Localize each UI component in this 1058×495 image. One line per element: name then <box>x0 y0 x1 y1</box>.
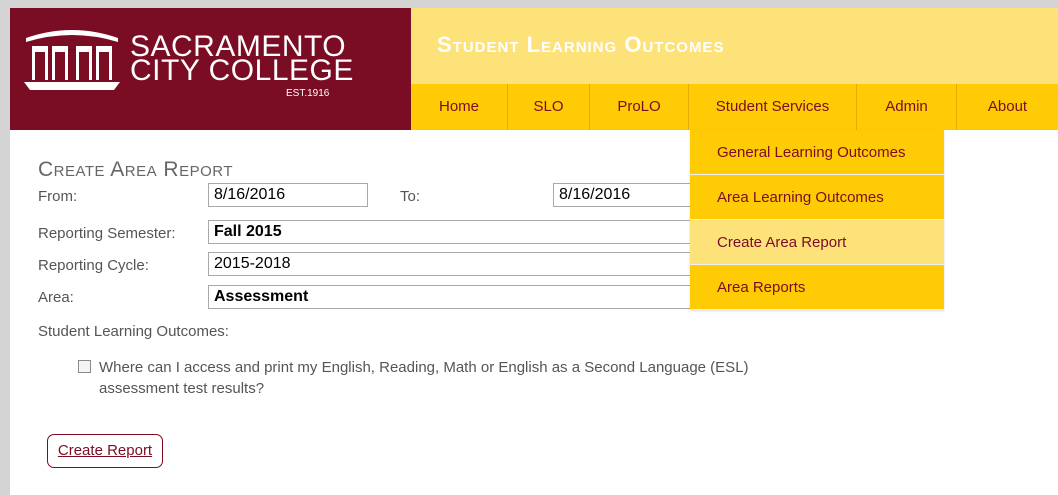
dropdown-item-area-reports[interactable]: Area Reports <box>690 265 944 310</box>
browser-frame-left <box>0 0 10 495</box>
site-banner: Student Learning Outcomes <box>411 8 1058 84</box>
college-logo[interactable]: SACRAMENTO CITY COLLEGE EST.1916 <box>10 8 411 130</box>
slo-checkbox[interactable] <box>78 360 91 373</box>
from-label: From: <box>38 188 78 205</box>
semester-select[interactable]: Fall 2015 <box>208 220 703 244</box>
to-date-field[interactable]: 8/16/2016 <box>553 183 703 207</box>
from-date-field[interactable]: 8/16/2016 <box>208 183 368 207</box>
area-select[interactable]: Assessment <box>208 285 703 309</box>
slo-label: Student Learning Outcomes: <box>38 323 229 340</box>
browser-frame-top <box>0 0 1058 8</box>
college-building-icon <box>24 30 120 90</box>
logo-line-2: CITY COLLEGE <box>130 54 354 87</box>
area-label: Area: <box>38 289 74 306</box>
nav-about[interactable]: About <box>957 84 1058 130</box>
nav-home[interactable]: Home <box>411 84 508 130</box>
site-title: Student Learning Outcomes <box>437 32 725 57</box>
cycle-label: Reporting Cycle: <box>38 257 149 274</box>
nav-slo[interactable]: SLO <box>508 84 590 130</box>
dropdown-item-area-learning-outcomes[interactable]: Area Learning Outcomes <box>690 175 944 220</box>
nav-student-services[interactable]: Student Services <box>689 84 857 130</box>
nav-prolo[interactable]: ProLO <box>590 84 689 130</box>
page-title: Create Area Report <box>38 158 233 181</box>
dropdown-item-create-area-report[interactable]: Create Area Report <box>690 220 944 265</box>
semester-label: Reporting Semester: <box>38 225 176 242</box>
to-label: To: <box>400 188 421 205</box>
create-report-button[interactable]: Create Report <box>47 434 163 468</box>
cycle-select[interactable]: 2015-2018 <box>208 252 703 276</box>
logo-established: EST.1916 <box>286 88 330 99</box>
dropdown-item-general-learning-outcomes[interactable]: General Learning Outcomes <box>690 130 944 175</box>
slo-item-text: Where can I access and print my English,… <box>99 359 749 397</box>
main-nav: Home SLO ProLO Student Services Admin Ab… <box>411 84 1058 130</box>
student-services-dropdown: General Learning Outcomes Area Learning … <box>690 130 944 310</box>
nav-admin[interactable]: Admin <box>857 84 957 130</box>
